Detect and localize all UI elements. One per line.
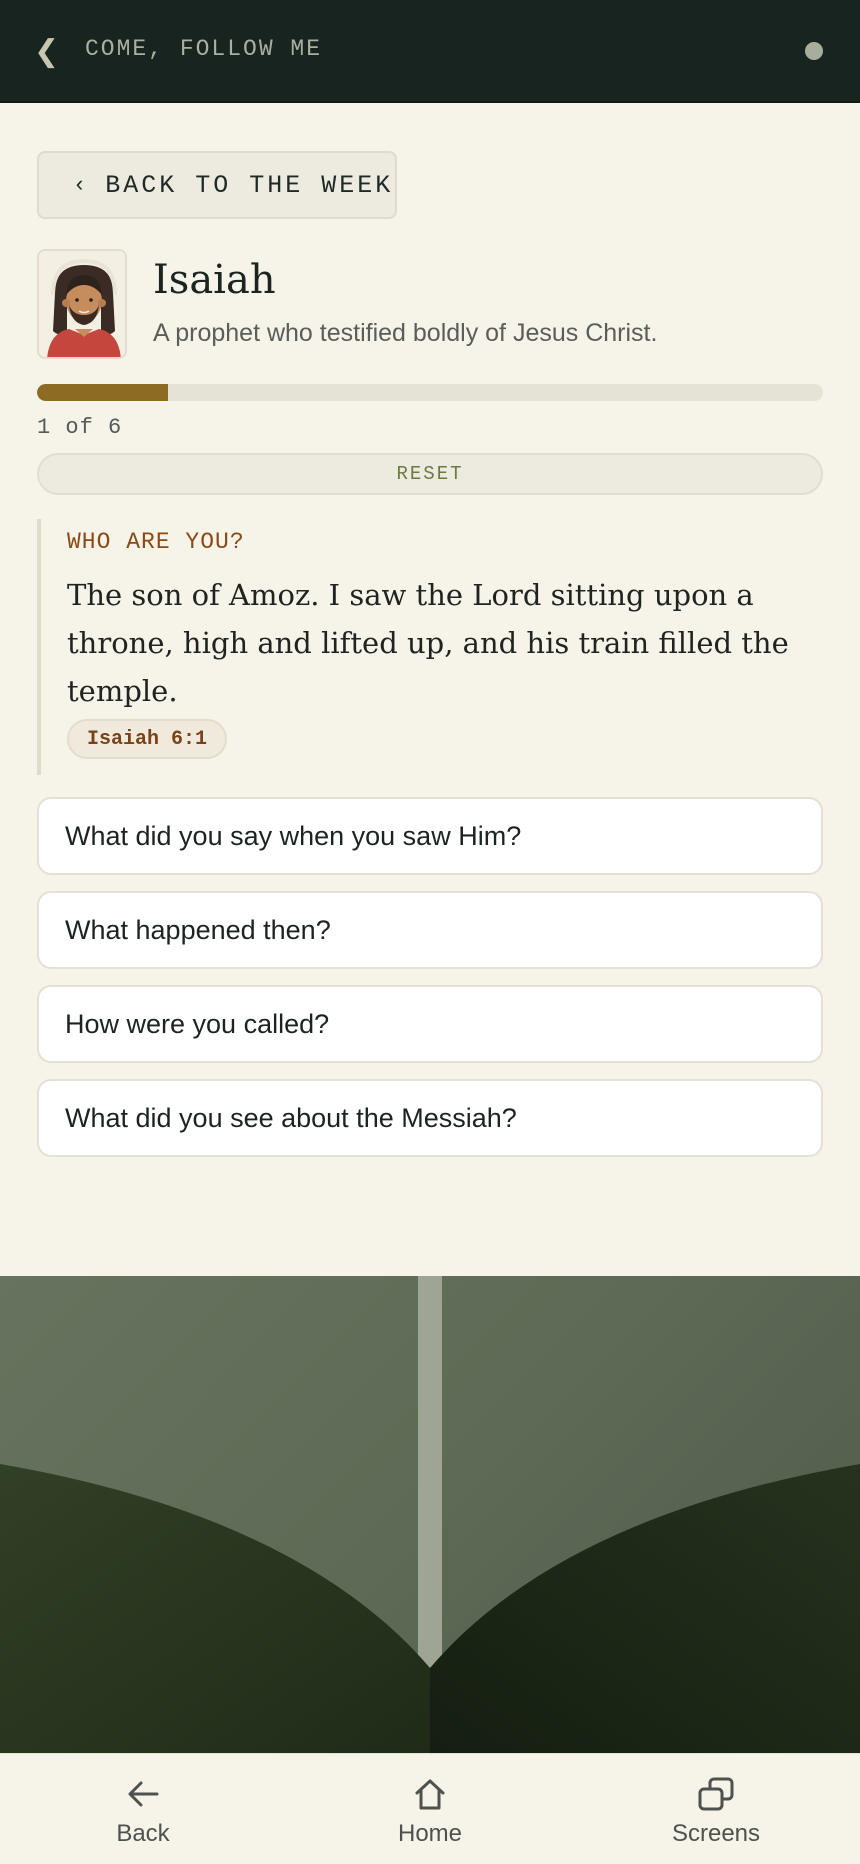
quote-label: WHO ARE YOU? (67, 529, 245, 555)
question-button[interactable]: What happened then? (37, 891, 823, 969)
status-dot-icon (805, 42, 823, 60)
nav-screens[interactable]: Screens (636, 1754, 796, 1864)
question-button[interactable]: What did you see about the Messiah? (37, 1079, 823, 1157)
nav-home-label: Home (397, 1820, 463, 1847)
bottom-navigation: Back Home Screens (0, 1753, 860, 1864)
progress-fill (37, 384, 169, 401)
progress-count: 1 of 6 (37, 415, 123, 440)
scripture-reference-chip[interactable]: Isaiah 6:1 (67, 719, 227, 759)
quote-text: The son of Amoz. I saw the Lord sitting … (67, 578, 789, 708)
nav-back[interactable]: Back (63, 1754, 223, 1864)
chevron-left-icon: ‹ (73, 172, 90, 198)
hills-illustration (0, 1276, 860, 1753)
person-subtitle: A prophet who testified boldly of Jesus … (153, 319, 658, 347)
app-title: COME, FOLLOW ME (85, 36, 323, 62)
prophet-avatar-icon (47, 258, 121, 357)
person-name: Isaiah (153, 257, 276, 303)
home-icon (415, 1779, 445, 1810)
back-chevron-icon[interactable]: ❮ (34, 36, 59, 68)
back-to-week-label: BACK TO THE WEEK (105, 170, 394, 200)
arrow-left-icon (128, 1781, 159, 1807)
reset-button[interactable]: RESET (37, 453, 823, 495)
top-app-bar: ❮ COME, FOLLOW ME (0, 0, 860, 103)
avatar (37, 249, 127, 359)
nav-back-label: Back (116, 1820, 170, 1847)
nav-home[interactable]: Home (350, 1754, 510, 1864)
landscape-illustration (0, 1276, 860, 1753)
back-to-week-button[interactable]: ‹ BACK TO THE WEEK (37, 151, 397, 219)
question-button[interactable]: What did you say when you saw Him? (37, 797, 823, 875)
screens-icon (698, 1777, 734, 1811)
question-button[interactable]: How were you called? (37, 985, 823, 1063)
progress-bar (37, 384, 823, 401)
quote-card: WHO ARE YOU? The son of Amoz. I saw the … (37, 519, 823, 775)
main-content: ‹ BACK TO THE WEEK Isaiah A prophet who … (0, 105, 860, 1275)
nav-screens-label: Screens (671, 1820, 761, 1847)
